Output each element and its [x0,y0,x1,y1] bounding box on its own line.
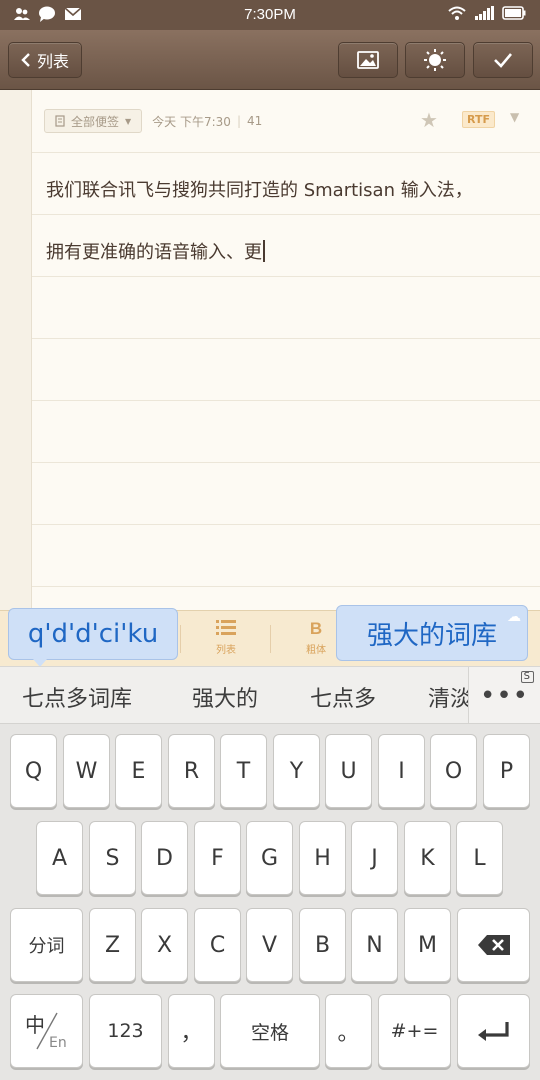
list-format-button[interactable]: 列表 [186,619,266,656]
segment-key[interactable]: 分词 [10,908,83,982]
symbols-key[interactable]: #+= [378,994,451,1068]
space-key[interactable]: 空格 [220,994,320,1068]
key-x[interactable]: X [141,908,188,982]
key-e[interactable]: E [115,734,162,808]
insert-image-button[interactable] [338,42,398,78]
period-key[interactable]: 。 [325,994,372,1068]
key-f[interactable]: F [194,821,241,895]
pinyin-composition-text: q'd'd'ci'ku [27,619,159,649]
battery-icon [502,6,526,20]
key-a[interactable]: A [36,821,83,895]
status-right-icons [448,6,526,20]
key-q[interactable]: Q [10,734,57,808]
key-u[interactable]: U [325,734,372,808]
check-icon [494,53,512,68]
key-t[interactable]: T [220,734,267,808]
key-m[interactable]: M [404,908,451,982]
highlighted-candidate-text: 强大的词库 [366,620,497,651]
note-line-2-text: 拥有更准确的语音输入、更 [46,242,262,263]
pinyin-composition-popup: q'd'd'ci'ku [8,608,178,667]
category-label: 全部便签 [71,114,120,129]
back-button-label: 列表 [36,52,69,71]
done-button[interactable] [473,42,533,78]
enter-icon [477,1022,509,1041]
chevron-down-icon[interactable]: ▼ [510,110,519,124]
candidate-item[interactable]: 七点多 [310,681,376,713]
key-w[interactable]: W [63,734,110,808]
more-dots-icon: ••• [479,681,529,711]
status-bar: 7:30PM [0,0,540,30]
key-v[interactable]: V [246,908,293,982]
comma-key[interactable]: ， [168,994,215,1068]
candidate-item[interactable]: 清淡 [428,681,472,713]
key-l[interactable]: L [456,821,503,895]
note-line-1-text: 我们联合讯飞与搜狗共同打造的 Smartisan 输入法， [46,180,473,201]
list-icon [216,620,236,635]
sun-icon [424,49,446,71]
key-i[interactable]: I [378,734,425,808]
key-z[interactable]: Z [89,908,136,982]
language-switch-key[interactable]: 中 En [10,994,83,1068]
char-count: 41 [246,114,263,128]
key-k[interactable]: K [404,821,451,895]
list-format-label: 列表 [216,645,236,656]
signal-icon [475,6,494,20]
wifi-icon [448,6,466,20]
key-c[interactable]: C [194,908,241,982]
enter-key[interactable] [457,994,530,1068]
numbers-key[interactable]: 123 [89,994,162,1068]
more-candidates-button[interactable]: ••• S [468,667,540,723]
dropdown-caret-icon: ▼ [125,116,132,126]
cloud-icon: ☁ [507,609,521,625]
note-line-2: 拥有更准确的语音输入、更 [46,238,265,264]
note-meta-row: 全部便签 ▼ 今天 下午7:30 | 41 ★ RTF ▼ [44,108,540,134]
format-divider [270,625,271,653]
backspace-key[interactable] [457,908,530,982]
note-date: 今天 下午7:30 [152,114,231,129]
meta-divider: | [236,114,241,128]
format-divider [180,625,181,653]
key-n[interactable]: N [351,908,398,982]
key-y[interactable]: Y [273,734,320,808]
key-r[interactable]: R [168,734,215,808]
text-cursor [263,240,265,262]
star-icon[interactable]: ★ [420,108,438,132]
category-dropdown[interactable]: 全部便签 ▼ [44,109,143,133]
note-editor[interactable]: 全部便签 ▼ 今天 下午7:30 | 41 ★ RTF ▼ 我们联合讯飞与搜狗共… [0,90,540,610]
rtf-badge[interactable]: RTF [462,111,495,128]
key-h[interactable]: H [299,821,346,895]
backspace-icon [477,935,510,955]
theme-button[interactable] [405,42,465,78]
paper-margin [0,90,32,610]
key-p[interactable]: P [483,734,530,808]
candidate-item[interactable]: 强大的 [192,681,258,713]
smartisan-logo-icon: S [520,671,534,683]
key-g[interactable]: G [246,821,293,895]
key-o[interactable]: O [430,734,477,808]
key-b[interactable]: B [299,908,346,982]
candidate-item[interactable]: 七点多词库 [22,681,132,713]
lang-sub-label: En [49,1035,67,1051]
key-d[interactable]: D [141,821,188,895]
candidate-bar: 七点多词库 强大的 七点多 清淡 ••• S [0,666,540,724]
image-icon [357,51,379,69]
note-line-1: 我们联合讯飞与搜狗共同打造的 Smartisan 输入法， [46,176,473,202]
note-icon [55,115,65,127]
highlighted-candidate-popup[interactable]: 强大的词库 ☁ [336,605,528,661]
chevron-left-icon [21,53,30,67]
key-j[interactable]: J [351,821,398,895]
key-s[interactable]: S [89,821,136,895]
keyboard: Q W E R T Y U I O P A S D F G H J K L 分词… [0,724,540,1080]
top-toolbar: 列表 [0,30,540,90]
back-to-list-button[interactable]: 列表 [8,42,82,78]
